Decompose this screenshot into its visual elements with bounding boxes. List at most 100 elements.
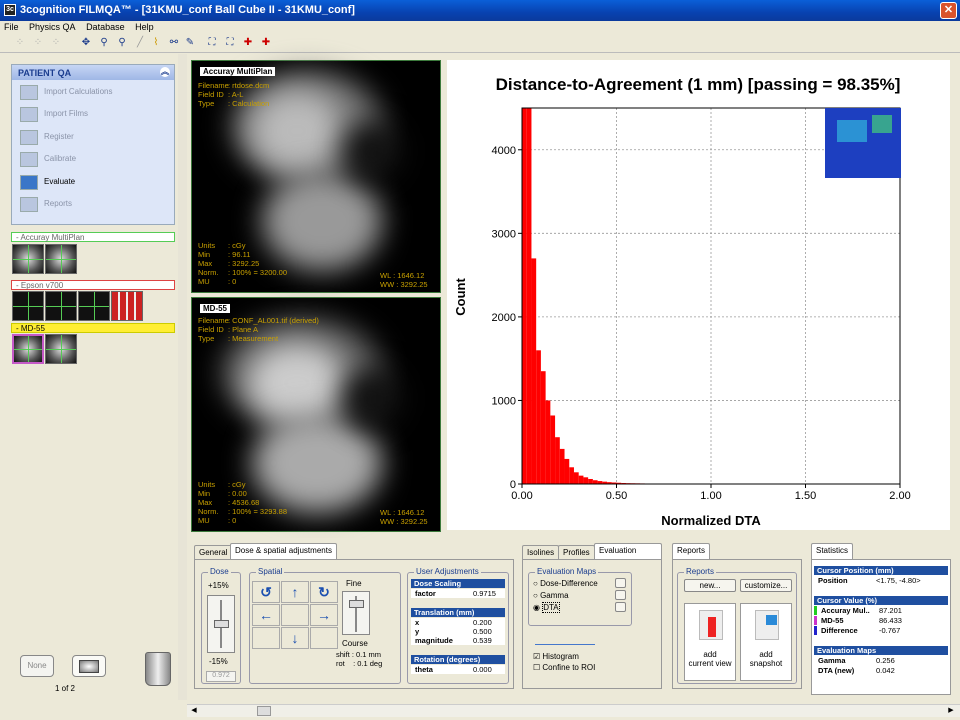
import-calculations-label: Import Calculations — [44, 87, 113, 96]
scroll-thumb[interactable] — [257, 706, 271, 716]
center-button[interactable] — [281, 604, 309, 626]
tab-dose-spatial[interactable]: Dose & spatial adjustments — [230, 543, 337, 559]
register-icon[interactable]: ✚ — [242, 37, 254, 49]
point-tool-icon[interactable]: ⁘ — [14, 37, 26, 49]
group-md55[interactable]: - MD-55 — [11, 323, 175, 333]
ruler-icon[interactable]: ⌇ — [150, 37, 162, 49]
thumbnail-epson-2[interactable] — [45, 291, 77, 321]
dta-option[interactable]: ◉ DTA — [533, 602, 560, 613]
tab-reports[interactable]: Reports — [672, 543, 711, 559]
calibrate-item[interactable]: Calibrate — [18, 151, 168, 169]
theta-row: theta 0.000 — [411, 665, 505, 674]
thumbnail-epson-3[interactable] — [78, 291, 110, 321]
dose-value-field[interactable]: 0.972 — [206, 671, 236, 682]
dose-slider[interactable] — [207, 595, 235, 653]
magnify-icon[interactable]: ⚲ — [116, 37, 128, 49]
import-calculations-item[interactable]: Import Calculations — [18, 84, 168, 102]
confine-roi-checkbox[interactable]: ☐ Confine to ROI — [533, 663, 595, 672]
menu-physics-qa[interactable]: Physics QA — [25, 21, 80, 33]
prev-none-button[interactable]: None — [20, 655, 54, 677]
dta-settings-button[interactable] — [615, 602, 626, 612]
add-current-view-button[interactable]: add current view — [684, 603, 736, 681]
trash-icon[interactable] — [145, 652, 171, 686]
move-left-button[interactable]: ← — [252, 604, 280, 626]
image-md55[interactable]: MD-55 Filename: CONF_AL001.tif (derived)… — [191, 297, 441, 532]
next-image-button[interactable] — [72, 655, 106, 677]
step-slider[interactable] — [342, 591, 370, 635]
statistics-pane: Cursor Position (mm) Position <1.75, -4.8… — [811, 559, 951, 695]
user-adjust-legend: User Adjustments — [414, 567, 481, 576]
translation-header: Translation (mm) — [411, 608, 505, 617]
add-current-view-label: add current view — [688, 650, 732, 668]
align-icon[interactable]: ✚ — [260, 37, 272, 49]
pan-icon[interactable]: ✥ — [80, 37, 92, 49]
dose-slider-thumb[interactable] — [214, 620, 229, 628]
gamma-option[interactable]: ○ Gamma — [533, 591, 569, 600]
thumbnail-md55-2[interactable] — [45, 334, 77, 364]
histogram-checkbox[interactable]: ☑ Histogram — [533, 652, 579, 661]
reports-fieldset: Reports new... customize... add current v… — [677, 567, 797, 684]
register-item[interactable]: Register — [18, 129, 168, 147]
tab-evaluation-maps[interactable]: Evaluation maps — [594, 543, 662, 568]
menu-file[interactable]: File — [0, 21, 23, 33]
line-tool-icon[interactable]: ╱ — [134, 37, 146, 49]
measure-icon[interactable]: ✎ — [184, 37, 196, 49]
dose-difference-option[interactable]: ○ Dose-Difference — [533, 579, 598, 588]
fit-window-icon[interactable]: ⛶ — [206, 37, 218, 49]
x-tick-label: 2.00 — [889, 490, 910, 502]
tab-profiles[interactable]: Profiles — [558, 545, 595, 559]
thumbnail-accuray-1[interactable] — [12, 244, 44, 274]
tab-general[interactable]: General — [194, 545, 233, 559]
fine-label: Fine — [346, 579, 362, 588]
patient-qa-header[interactable]: PATIENT QA ︽ — [12, 65, 174, 80]
register-item-icon — [20, 130, 38, 145]
reports-item[interactable]: Reports — [18, 196, 168, 214]
histogram-bar — [573, 472, 579, 484]
customize-report-button[interactable]: customize... — [740, 579, 792, 592]
add-snapshot-button[interactable]: add snapshot — [740, 603, 792, 681]
evaluate-item[interactable]: Evaluate — [18, 174, 168, 192]
blank-button-1[interactable] — [252, 627, 280, 649]
tab-statistics[interactable]: Statistics — [811, 543, 854, 559]
point-pair-icon[interactable]: ⁘ — [32, 37, 44, 49]
import-films-item[interactable]: Import Films — [18, 106, 168, 124]
rotate-cw-button[interactable]: ↻ — [310, 581, 338, 603]
window-title: 3cognition FILMQA™ - [31KMU_conf Ball Cu… — [20, 4, 355, 16]
tab-isolines[interactable]: Isolines — [522, 545, 560, 559]
thumbnail-accuray-2[interactable] — [45, 244, 77, 274]
thumbnail-md55-1[interactable] — [12, 334, 44, 364]
point-set-icon[interactable]: ⁘ — [50, 37, 62, 49]
collapse-icon[interactable]: ︽ — [160, 67, 170, 77]
fit-image-icon[interactable]: ⛶ — [224, 37, 236, 49]
thumbnail-epson-4[interactable] — [111, 291, 143, 321]
left-scrollbar[interactable] — [178, 54, 187, 700]
dta-map-inset-region-2 — [872, 115, 892, 133]
profile-icon[interactable]: ⚯ — [168, 37, 180, 49]
image-md55-stats: Units: cGy Min: 0.00 Max: 4536.68 Norm.:… — [198, 480, 288, 525]
thumbnail-epson-1[interactable] — [12, 291, 44, 321]
blank-button-2[interactable] — [310, 627, 338, 649]
zoom-icon[interactable]: ⚲ — [98, 37, 110, 49]
horizontal-scrollbar[interactable]: ◀ ▶ — [187, 704, 960, 717]
new-report-button[interactable]: new... — [684, 579, 736, 592]
scroll-left-icon[interactable]: ◀ — [189, 706, 199, 716]
stats-eval-maps-header: Evaluation Maps — [814, 646, 948, 655]
histogram-bar — [540, 371, 546, 484]
factor-row: factor 0.9715 — [411, 589, 505, 598]
dose-difference-settings-button[interactable] — [615, 578, 626, 588]
menu-help[interactable]: Help — [131, 21, 158, 33]
move-up-button[interactable]: ↑ — [281, 581, 309, 603]
close-button[interactable]: ✕ — [940, 2, 957, 19]
group-epson[interactable]: - Epson v700 — [11, 280, 175, 290]
move-down-button[interactable]: ↓ — [281, 627, 309, 649]
move-right-button[interactable]: → — [310, 604, 338, 626]
rotate-ccw-button[interactable]: ↺ — [252, 581, 280, 603]
histogram-bar — [550, 415, 556, 484]
image-accuray[interactable]: Accuray MultiPlan Filename: rtdose.dcm F… — [191, 60, 441, 293]
dta-histogram-chart: Distance-to-Agreement (1 mm) [passing = … — [447, 60, 950, 530]
scroll-right-icon[interactable]: ▶ — [946, 706, 956, 716]
menu-database[interactable]: Database — [82, 21, 129, 33]
gamma-settings-button[interactable] — [615, 590, 626, 600]
group-accuray[interactable]: - Accuray MultiPlan — [11, 232, 175, 242]
step-slider-thumb[interactable] — [349, 600, 364, 608]
